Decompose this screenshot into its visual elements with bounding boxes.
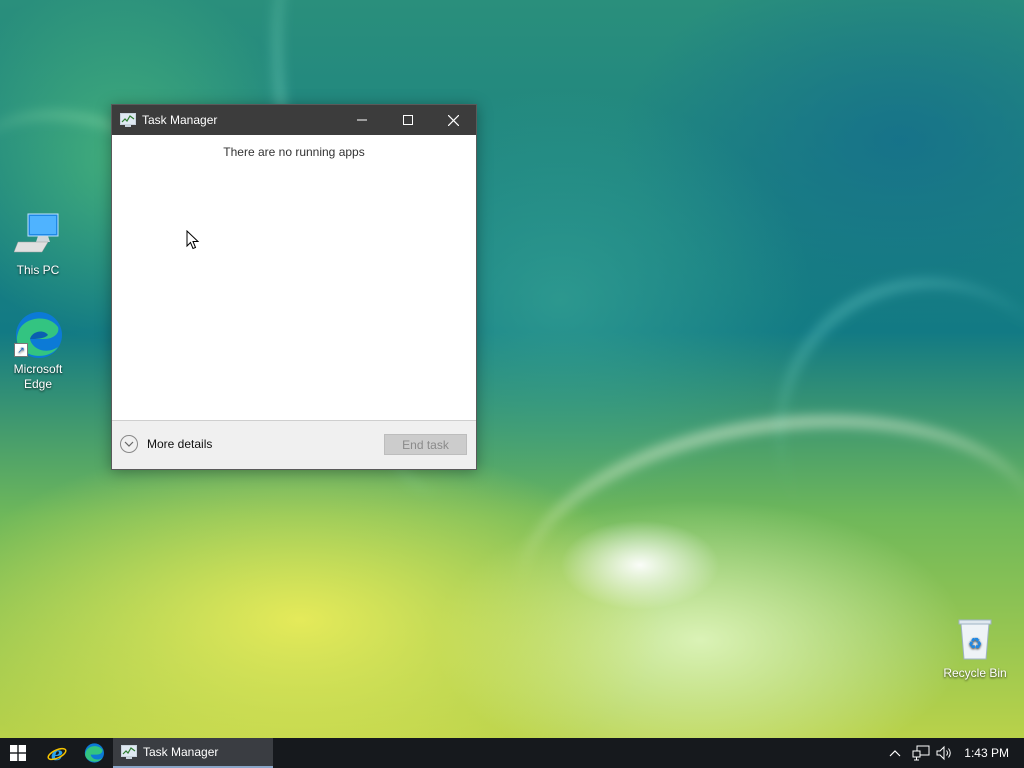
desktop-icon-edge[interactable]: ↗ Microsoft Edge: [0, 311, 76, 392]
minimize-icon: [356, 119, 367, 121]
window-titlebar[interactable]: Task Manager: [112, 105, 476, 135]
maximize-icon: [402, 115, 413, 125]
edge-icon: [84, 743, 104, 763]
network-tray-button[interactable]: [912, 738, 932, 768]
volume-icon: [936, 745, 951, 761]
taskbar-edge[interactable]: [76, 738, 112, 768]
taskbar-internet-explorer[interactable]: e: [39, 738, 75, 768]
minimize-button[interactable]: [339, 105, 384, 135]
apps-list: There are no running apps: [112, 136, 476, 421]
more-details-label: More details: [147, 437, 213, 451]
taskbar: e Task Manager 1:43 PM: [0, 738, 1024, 768]
network-icon: [912, 745, 930, 761]
svg-text:♻: ♻: [968, 634, 982, 653]
close-button[interactable]: [431, 105, 476, 135]
computer-icon: [13, 212, 62, 260]
empty-message: There are no running apps: [223, 145, 365, 159]
internet-explorer-icon: e: [47, 743, 67, 763]
maximize-button[interactable]: [385, 105, 430, 135]
recycle-bin-icon: ♻: [951, 615, 999, 663]
task-manager-icon: [121, 745, 137, 759]
desktop-icon-label: Microsoft Edge: [13, 362, 63, 391]
task-manager-window: Task Manager There are no running apps M…: [111, 104, 477, 470]
window-footer: More details End task: [112, 420, 476, 469]
edge-icon: ↗: [14, 311, 62, 359]
more-details-button[interactable]: More details: [120, 435, 212, 453]
end-task-button[interactable]: End task: [384, 434, 467, 455]
task-manager-icon: [120, 113, 136, 127]
windows-start-icon: [10, 745, 26, 761]
desktop-icon-this-pc[interactable]: This PC: [0, 212, 76, 278]
show-hidden-icons-button[interactable]: [889, 738, 907, 768]
taskbar-clock[interactable]: 1:43 PM: [964, 738, 1009, 768]
start-button[interactable]: [0, 738, 36, 768]
desktop-icon-label: This PC: [16, 263, 60, 277]
desktop-icon-recycle-bin[interactable]: ♻ Recycle Bin: [937, 615, 1013, 681]
mouse-cursor-icon: [186, 230, 200, 250]
chevron-up-icon: [889, 750, 901, 757]
taskbar-task-label: Task Manager: [143, 745, 219, 759]
window-title: Task Manager: [142, 113, 218, 127]
chevron-down-icon: [120, 435, 138, 453]
volume-tray-button[interactable]: [936, 738, 956, 768]
taskbar-task-manager[interactable]: Task Manager: [113, 738, 273, 768]
close-icon: [448, 114, 459, 126]
desktop-icon-label: Recycle Bin: [943, 666, 1007, 680]
